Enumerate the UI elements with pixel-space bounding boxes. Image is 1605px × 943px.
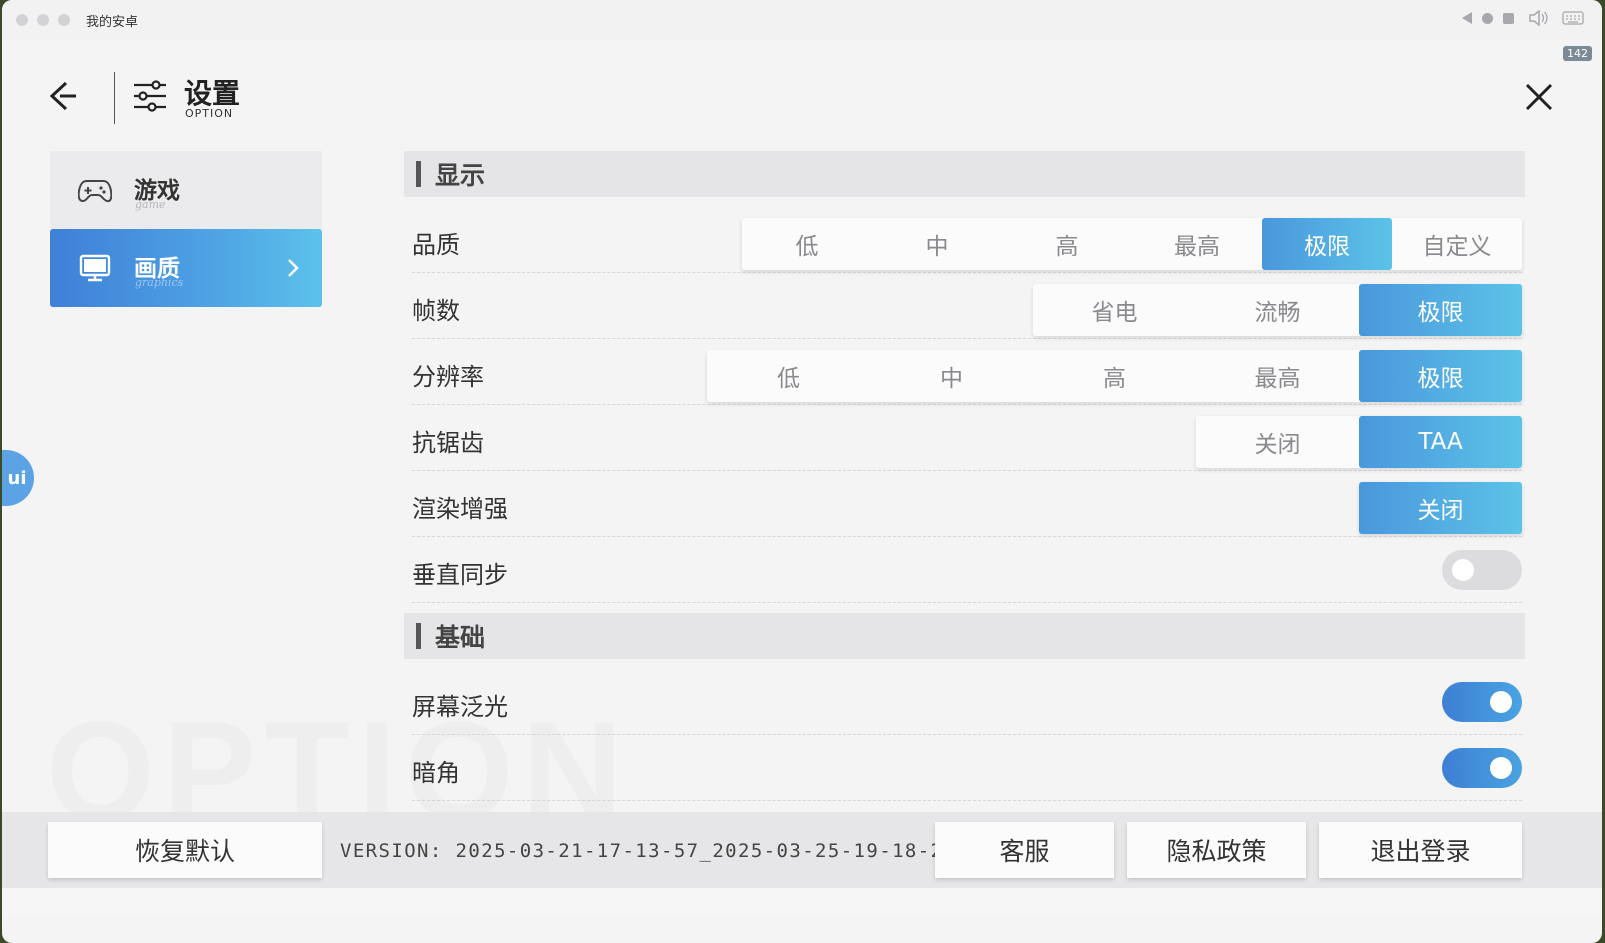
title-bar: 我的安卓 xyxy=(2,0,1602,40)
section-marker xyxy=(416,623,421,649)
android-recents-icon[interactable] xyxy=(1503,12,1514,24)
chevron-right-icon xyxy=(288,259,299,277)
minimize-window-dot[interactable] xyxy=(37,14,49,26)
vignette-toggle[interactable] xyxy=(1442,748,1522,788)
resolution-option-ultra[interactable]: 极限 xyxy=(1359,350,1522,402)
keyboard-icon[interactable] xyxy=(1562,10,1584,26)
toggle-knob xyxy=(1490,757,1512,779)
quality-selector: 低 中 高 最高 极限 自定义 xyxy=(742,218,1522,270)
setting-row-antialias: 抗锯齿 关闭 TAA xyxy=(412,405,1522,471)
toggle-knob xyxy=(1490,691,1512,713)
bloom-toggle[interactable] xyxy=(1442,682,1522,722)
sidebar-item-graphics[interactable]: 画质 graphics xyxy=(50,229,322,307)
header-divider xyxy=(114,72,115,124)
volume-icon[interactable] xyxy=(1528,10,1548,26)
fps-counter: 142 xyxy=(1563,46,1592,61)
setting-row-vsync: 垂直同步 xyxy=(412,537,1522,603)
section-header-display: 显示 xyxy=(404,151,1525,197)
fps-option-ultra[interactable]: 极限 xyxy=(1359,284,1522,336)
section-title: 基础 xyxy=(435,623,486,652)
sliders-icon xyxy=(134,80,166,112)
quality-option-low[interactable]: 低 xyxy=(742,218,872,270)
fps-selector: 省电 流畅 极限 xyxy=(1033,284,1522,336)
render-enhance-option-off[interactable]: 关闭 xyxy=(1359,482,1522,534)
resolution-option-high[interactable]: 高 xyxy=(1033,350,1196,402)
section-title: 显示 xyxy=(435,161,486,190)
setting-label: 暗角 xyxy=(412,759,460,787)
resolution-option-highest[interactable]: 最高 xyxy=(1196,350,1359,402)
logout-button[interactable]: 退出登录 xyxy=(1319,822,1522,878)
customer-service-button[interactable]: 客服 xyxy=(935,822,1114,878)
resolution-option-medium[interactable]: 中 xyxy=(870,350,1033,402)
floating-assistant-button[interactable]: ui xyxy=(2,450,34,506)
sidebar-item-sublabel: graphics xyxy=(135,276,184,289)
quality-option-custom[interactable]: 自定义 xyxy=(1392,218,1522,270)
gamepad-icon xyxy=(78,180,112,203)
setting-row-resolution: 分辨率 低 中 高 最高 极限 xyxy=(412,339,1522,405)
section-marker xyxy=(416,161,421,187)
back-arrow-icon[interactable] xyxy=(46,76,82,116)
maximize-window-dot[interactable] xyxy=(58,14,70,26)
setting-row-bloom: 屏幕泛光 xyxy=(412,669,1522,735)
antialias-option-off[interactable]: 关闭 xyxy=(1196,416,1359,468)
setting-label: 品质 xyxy=(412,231,460,259)
quality-option-ultra[interactable]: 极限 xyxy=(1262,218,1392,270)
close-window-dot[interactable] xyxy=(16,14,28,26)
setting-label: 渲染增强 xyxy=(412,495,508,523)
window-title: 我的安卓 xyxy=(86,14,139,30)
version-label: VERSION: 2025-03-21-17-13-57_2025-03-25-… xyxy=(340,840,957,862)
page-title: 设置 xyxy=(184,77,241,110)
titlebar-toolbar xyxy=(1462,10,1584,26)
sidebar-item-sublabel: game xyxy=(135,198,166,211)
monitor-icon xyxy=(79,254,111,282)
section-header-basic: 基础 xyxy=(404,613,1525,659)
resolution-option-low[interactable]: 低 xyxy=(707,350,870,402)
antialias-option-taa[interactable]: TAA xyxy=(1359,416,1522,468)
footer-bar: 恢复默认 VERSION: 2025-03-21-17-13-57_2025-0… xyxy=(2,812,1602,888)
sidebar-item-game[interactable]: 游戏 game xyxy=(50,151,322,229)
vsync-toggle[interactable] xyxy=(1442,550,1522,590)
fps-option-smooth[interactable]: 流畅 xyxy=(1196,284,1359,336)
antialias-selector: 关闭 TAA xyxy=(1196,416,1522,468)
render-enhance-selector: 关闭 xyxy=(1359,482,1522,534)
app-window: 我的安卓 142 设置 OPTION 游戏 game 画质 graphics u… xyxy=(2,0,1602,943)
android-back-icon[interactable] xyxy=(1462,12,1472,24)
bottom-strip xyxy=(2,888,1602,918)
setting-label: 屏幕泛光 xyxy=(412,693,508,721)
setting-label: 分辨率 xyxy=(412,363,484,391)
quality-option-high[interactable]: 高 xyxy=(1002,218,1132,270)
page-subtitle: OPTION xyxy=(185,107,234,120)
setting-row-render-enhance: 渲染增强 关闭 xyxy=(412,471,1522,537)
close-icon[interactable] xyxy=(1522,80,1556,114)
resolution-selector: 低 中 高 最高 极限 xyxy=(707,350,1522,402)
toggle-knob xyxy=(1452,559,1474,581)
setting-row-quality: 品质 低 中 高 最高 极限 自定义 xyxy=(412,207,1522,273)
fps-option-power-save[interactable]: 省电 xyxy=(1033,284,1196,336)
window-controls xyxy=(16,14,70,26)
quality-option-medium[interactable]: 中 xyxy=(872,218,1002,270)
setting-label: 垂直同步 xyxy=(412,561,508,589)
privacy-policy-button[interactable]: 隐私政策 xyxy=(1127,822,1306,878)
reset-defaults-button[interactable]: 恢复默认 xyxy=(48,822,322,878)
android-home-icon[interactable] xyxy=(1482,12,1493,24)
setting-label: 帧数 xyxy=(412,297,460,325)
setting-row-fps: 帧数 省电 流畅 极限 xyxy=(412,273,1522,339)
quality-option-highest[interactable]: 最高 xyxy=(1132,218,1262,270)
setting-label: 抗锯齿 xyxy=(412,429,484,457)
setting-row-vignette: 暗角 xyxy=(412,735,1522,801)
